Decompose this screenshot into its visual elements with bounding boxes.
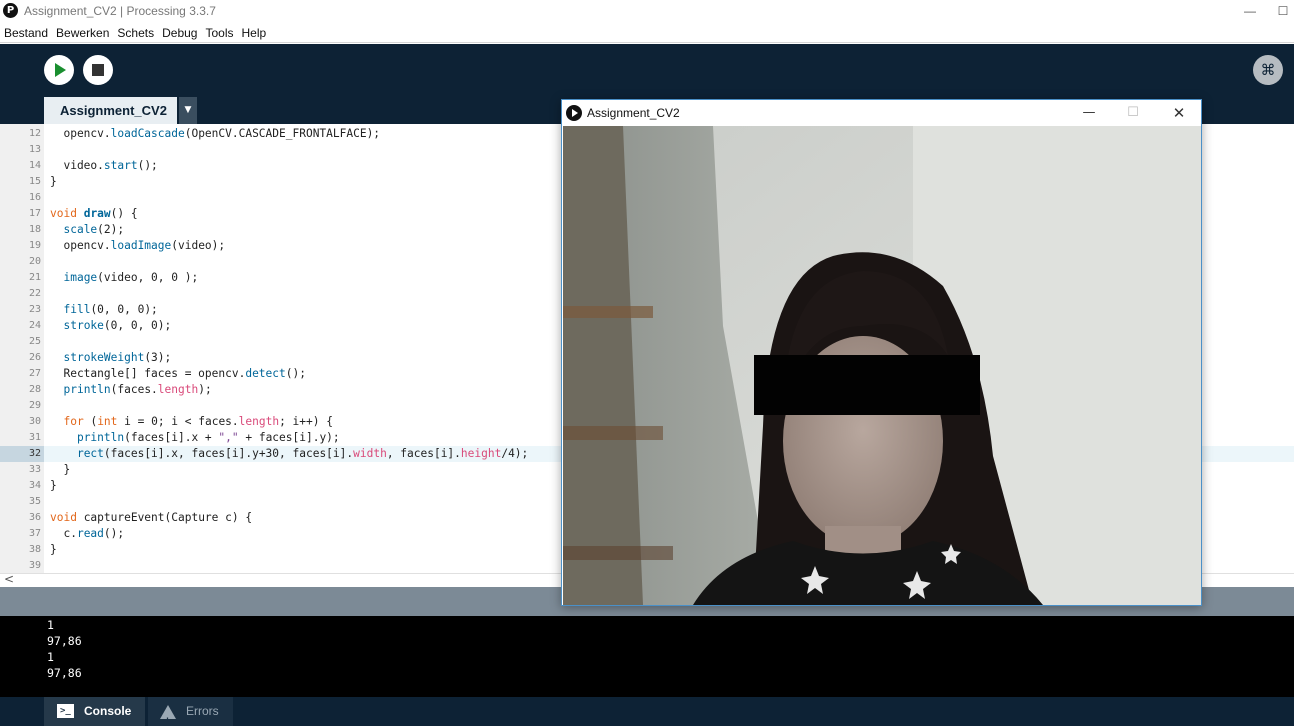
tab-assignment-cv2[interactable]: Assignment_CV2	[44, 97, 177, 124]
window-titlebar: P Assignment_CV2 | Processing 3.3.7 — ☐	[0, 0, 1294, 23]
line-number: 31	[28, 432, 41, 443]
run-button[interactable]	[44, 55, 74, 85]
sketch-window[interactable]: Assignment_CV2 — ☐ ✕	[561, 99, 1202, 606]
line-number: 35	[28, 496, 41, 507]
scroll-left-icon[interactable]: <	[4, 572, 14, 586]
code-text: video.start();	[50, 159, 158, 172]
face-censor-bar	[754, 355, 980, 415]
code-text: println(faces.length);	[63, 383, 212, 396]
toolbar	[0, 44, 1294, 96]
line-number: 32	[0, 446, 44, 462]
window-title: Assignment_CV2 | Processing 3.3.7	[24, 4, 216, 18]
menu-schets[interactable]: Schets	[113, 23, 158, 42]
console-tab[interactable]: >_ Console	[44, 697, 145, 726]
line-number: 30	[28, 416, 41, 427]
line-number: 39	[28, 560, 41, 571]
menu-bewerken[interactable]: Bewerken	[52, 23, 113, 42]
console-output: 1 97,86 1 97,86	[0, 616, 1294, 697]
line-number: 27	[28, 368, 41, 379]
line-number: 26	[28, 352, 41, 363]
line-number: 37	[28, 528, 41, 539]
code-text: Rectangle[] faces = opencv.detect();	[50, 367, 306, 380]
line-number: 13	[28, 144, 41, 155]
code-text: for (int i = 0; i < faces.length; i++) {	[63, 415, 333, 428]
line-number: 20	[28, 256, 41, 267]
line-number: 15	[28, 176, 41, 187]
console-icon: >_	[57, 704, 74, 718]
code-text: stroke(0, 0, 0);	[63, 319, 172, 332]
line-number: 36	[28, 512, 41, 523]
maximize-button[interactable]: ☐	[1272, 0, 1294, 23]
line-number: 33	[28, 464, 41, 475]
sketch-minimize-button[interactable]: —	[1066, 103, 1112, 123]
line-number: 38	[28, 544, 41, 555]
line-number: 29	[28, 400, 41, 411]
code-text: scale(2);	[63, 223, 125, 236]
code-text: image(video, 0, 0 );	[63, 271, 199, 284]
line-number: 17	[28, 208, 41, 219]
line-number: 12	[28, 128, 41, 139]
code-text: rect(faces[i].x, faces[i].y+30, faces[i]…	[76, 447, 529, 460]
line-number: 16	[28, 192, 41, 203]
line-number: 24	[28, 320, 41, 331]
code-text: println(faces[i].x + "," + faces[i].y);	[76, 431, 340, 444]
console-line: 97,86	[47, 666, 82, 680]
code-text: opencv.loadImage(video);	[50, 239, 226, 252]
code-text: }	[50, 479, 57, 492]
line-number: 34	[28, 480, 41, 491]
line-number: 23	[28, 304, 41, 315]
console-tab-label: Console	[84, 704, 132, 718]
code-text: }	[50, 175, 57, 188]
errors-tab-label: Errors	[186, 704, 219, 718]
console-line: 1	[47, 618, 54, 632]
line-number: 21	[28, 272, 41, 283]
menu-bar: Bestand Bewerken Schets Debug Tools Help	[0, 23, 1294, 43]
code-text: }	[50, 463, 71, 476]
sketch-titlebar[interactable]: Assignment_CV2 — ☐ ✕	[562, 100, 1201, 126]
console-line: 1	[47, 650, 54, 664]
code-text: strokeWeight(3);	[63, 351, 172, 364]
code-text: void draw() {	[50, 207, 138, 220]
code-text: fill(0, 0, 0);	[63, 303, 158, 316]
debug-mode-button[interactable]: ⌘	[1253, 55, 1283, 85]
stop-button[interactable]	[83, 55, 113, 85]
line-number: 25	[28, 336, 41, 347]
warning-icon	[160, 705, 176, 726]
footer-bar: >_ Console Errors	[0, 697, 1294, 726]
line-number: 28	[28, 384, 41, 395]
line-number: 22	[28, 288, 41, 299]
errors-tab[interactable]: Errors	[148, 697, 233, 726]
sketch-close-button[interactable]: ✕	[1156, 103, 1202, 123]
line-number: 18	[28, 224, 41, 235]
code-text: }	[50, 543, 57, 556]
line-number: 19	[28, 240, 41, 251]
menu-tools[interactable]: Tools	[201, 23, 237, 42]
code-text: opencv.loadCascade(OpenCV.CASCADE_FRONTA…	[50, 127, 381, 140]
code-text: c.read();	[50, 527, 125, 540]
code-text: void captureEvent(Capture c) {	[50, 511, 253, 524]
menu-help[interactable]: Help	[238, 23, 271, 42]
menu-bestand[interactable]: Bestand	[0, 23, 52, 42]
processing-logo-icon: P	[3, 3, 18, 18]
webcam-video-feed	[563, 126, 1201, 605]
debug-mode-icon: ⌘	[1260, 61, 1276, 79]
minimize-button[interactable]: —	[1228, 0, 1272, 23]
tab-menu-arrow-icon[interactable]: ▼	[179, 97, 197, 124]
sketch-maximize-button[interactable]: ☐	[1110, 103, 1156, 123]
sketch-title: Assignment_CV2	[587, 106, 680, 120]
sketch-play-icon	[566, 105, 582, 121]
line-number: 14	[28, 160, 41, 171]
console-line: 97,86	[47, 634, 82, 648]
menu-debug[interactable]: Debug	[158, 23, 201, 42]
